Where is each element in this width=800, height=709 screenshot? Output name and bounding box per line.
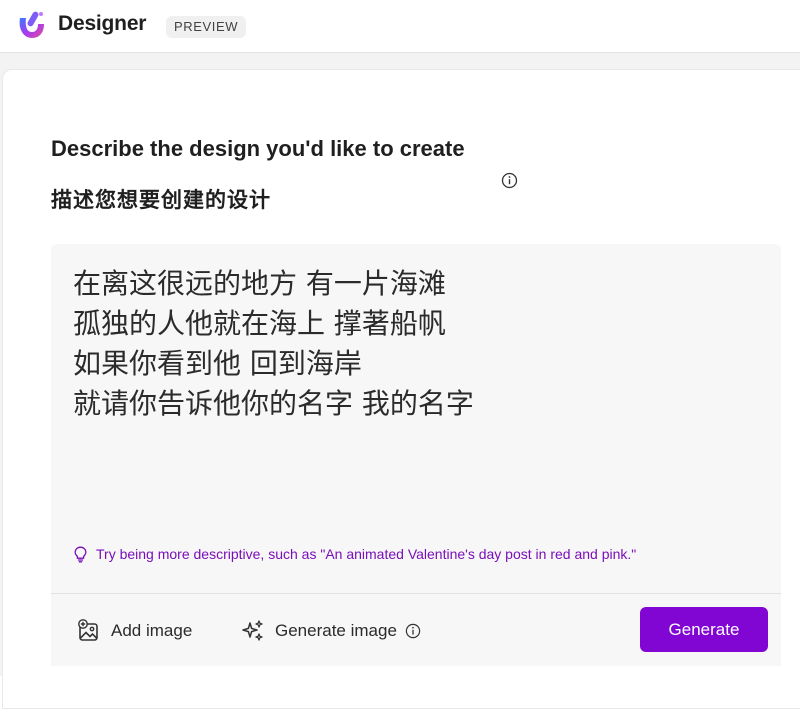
info-icon[interactable] bbox=[405, 623, 421, 639]
generate-image-label: Generate image bbox=[275, 621, 397, 640]
page-title-chinese: 描述您想要创建的设计 bbox=[51, 189, 271, 212]
prompt-tip: Try being more descriptive, such as "An … bbox=[73, 543, 636, 565]
app-name: Designer bbox=[58, 12, 147, 35]
add-image-icon bbox=[78, 619, 98, 641]
info-icon[interactable] bbox=[501, 172, 518, 189]
add-image-label: Add image bbox=[111, 621, 193, 640]
preview-badge: PREVIEW bbox=[166, 16, 247, 38]
generate-image-button[interactable]: Generate image bbox=[241, 616, 421, 646]
generate-button[interactable]: Generate bbox=[640, 607, 768, 652]
sparkle-icon bbox=[242, 620, 263, 641]
top-bar: Designer PREVIEW bbox=[0, 0, 800, 53]
lightbulb-icon bbox=[74, 546, 87, 562]
add-image-button[interactable]: Add image bbox=[77, 616, 192, 646]
designer-logo-icon[interactable] bbox=[14, 8, 48, 42]
tip-text: Try being more descriptive, such as "An … bbox=[96, 546, 637, 562]
prompt-input[interactable]: 在离这很远的地方 有一片海滩 孤独的人他就在海上 撑著船帆 如果你看到他 回到海… bbox=[51, 244, 781, 666]
divider bbox=[51, 593, 781, 594]
page-title: Describe the design you'd like to create bbox=[51, 136, 465, 161]
prompt-text[interactable]: 在离这很远的地方 有一片海滩 孤独的人他就在海上 撑著船帆 如果你看到他 回到海… bbox=[73, 264, 753, 424]
